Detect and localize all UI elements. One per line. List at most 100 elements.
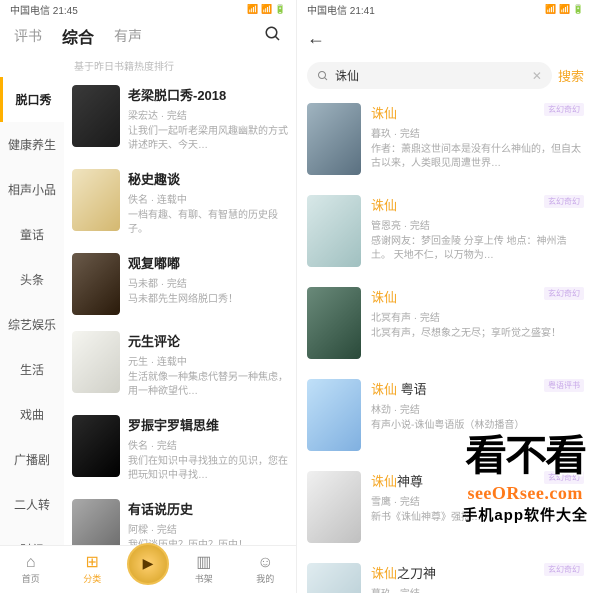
phone-right: 中国电信 21:41 📶 📶 🔋 ← 诛仙 ✕ 搜索 玄幻奇幻 诛仙 暮玖 · … [297,0,594,593]
book-desc: 一档有趣、有聊、有智慧的历史段子。 [128,209,288,237]
nav-label: 分类 [83,572,101,585]
result-desc: 有声小说-诛仙粤语版（林劲播音） [371,419,584,433]
result-desc: 北冥有声，尽想象之无尽；享听觉之盛宴！ [371,327,584,341]
search-button[interactable]: 搜索 [558,66,584,85]
nav-category[interactable]: ⊞ 分类 [62,555,124,585]
list-item[interactable]: 玄幻奇幻 诛仙 北冥有声 · 完结 北冥有声，尽想象之无尽；享听觉之盛宴！ [307,277,584,369]
tab-pingshu[interactable]: 评书 [14,26,42,46]
result-meta: 管恩亮 · 完结 [371,217,584,232]
play-icon: ▶ [143,555,154,572]
result-meta: 林劲 · 完结 [371,401,584,416]
nav-label: 我的 [256,572,274,585]
grid-icon: ⊞ [86,555,99,571]
book-list: 老梁脱口秀-2018 梁宏达 · 完结 让我们一起听老梁用风趣幽默的方式讲述昨天… [64,77,296,557]
book-title: 秘史趣谈 [128,169,288,188]
status-icons: 📶 📶 🔋 [247,4,286,15]
list-item[interactable]: 元生评论 元生 · 连载中 生活就像一种集虑代替另一种焦虑，用一种欲望代… [72,323,288,407]
sidebar-item-fairytale[interactable]: 童话 [0,212,64,257]
side-category-list: 脱口秀 健康养生 相声小品 童话 头条 综艺娱乐 生活 戏曲 广播剧 二人转 财… [0,77,64,557]
book-title: 老梁脱口秀-2018 [128,85,288,104]
nav-mine[interactable]: ☺ 我的 [235,555,297,585]
book-meta: 梁宏达 · 完结 [128,107,288,122]
list-item[interactable]: 粤语评书 诛仙 粤语 林劲 · 完结 有声小说-诛仙粤语版（林劲播音） [307,369,584,461]
result-desc: 感谢网友：梦回金陵 分享上传 地点：神州浩土。 天地不仁，以万物为… [371,235,584,263]
list-item[interactable]: 罗振宇罗辑思维 佚名 · 完结 我们在知识中寻找独立的见识，您在把玩知识中寻找… [72,407,288,491]
sidebar-item-variety[interactable]: 综艺娱乐 [0,302,64,347]
genre-tag: 玄幻奇幻 [544,471,584,484]
sidebar-item-opera[interactable]: 戏曲 [0,392,64,437]
book-meta: 佚名 · 完结 [128,437,288,452]
nav-label: 首页 [22,572,40,585]
result-desc: 新书《诛仙神尊》强推… [371,511,584,525]
status-bar-left: 中国电信 21:45 📶 📶 🔋 [0,0,296,18]
book-desc: 我们在知识中寻找独立的见识，您在把玩知识中寻找… [128,455,288,483]
nav-home[interactable]: ⌂ 首页 [0,555,62,585]
search-results: 玄幻奇幻 诛仙 暮玖 · 完结 作者：萧鼎这世间本是没有什么神仙的，但自太古以来… [297,93,594,593]
book-cover [307,563,361,593]
list-item[interactable]: 观复嘟嘟 马未都 · 完结 马未都先生网络脱口秀！ [72,245,288,323]
result-meta: 雪鹰 · 完结 [371,493,584,508]
result-desc: 作者：萧鼎这世间本是没有什么神仙的，但自太古以来，人类眼见周遭世界… [371,143,584,171]
book-title: 罗振宇罗辑思维 [128,415,288,434]
carrier-time: 中国电信 21:45 [10,2,78,17]
book-meta: 马未都 · 完结 [128,275,288,290]
genre-tag: 玄幻奇幻 [544,195,584,208]
genre-tag: 玄幻奇幻 [544,103,584,116]
tab-yousheng[interactable]: 有声 [114,26,142,46]
search-text: 诛仙 [335,67,526,84]
book-cover [72,415,120,477]
book-title: 有话说历史 [128,499,288,518]
book-meta: 佚名 · 连载中 [128,191,288,206]
book-meta: 阿樑 · 完结 [128,521,288,536]
book-desc: 生活就像一种集虑代替另一种焦虑，用一种欲望代… [128,371,288,399]
sort-note: 基于昨日书籍热度排行 [0,54,296,77]
sidebar-item-talkshow[interactable]: 脱口秀 [0,77,64,122]
home-icon: ⌂ [26,555,36,571]
book-title: 观复嘟嘟 [128,253,288,272]
bottom-nav: ⌂ 首页 ⊞ 分类 ▶ ▥ 书架 ☺ 我的 [0,545,296,593]
carrier-time: 中国电信 21:41 [307,2,375,17]
nav-shelf[interactable]: ▥ 书架 [173,555,235,585]
genre-tag: 粤语评书 [544,379,584,392]
top-tabs: 评书 综合 有声 [0,18,296,54]
book-title: 元生评论 [128,331,288,350]
nav-label: 书架 [195,572,213,585]
list-item[interactable]: 玄幻奇幻 诛仙神尊 雪鹰 · 完结 新书《诛仙神尊》强推… [307,461,584,553]
book-cover [307,195,361,267]
book-cover [72,169,120,231]
status-bar-right: 中国电信 21:41 📶 📶 🔋 [297,0,594,18]
smile-icon: ☺ [257,555,273,571]
search-icon[interactable] [264,25,282,48]
clear-icon[interactable]: ✕ [532,69,542,83]
sidebar-item-life[interactable]: 生活 [0,347,64,392]
book-cover [72,85,120,147]
list-item[interactable]: 玄幻奇幻 诛仙 暮玖 · 完结 作者：萧鼎这世间本是没有什么神仙的，但自太古以来… [307,93,584,185]
play-button[interactable]: ▶ [127,543,169,585]
sidebar-item-errenzhuan[interactable]: 二人转 [0,482,64,527]
book-meta: 元生 · 连载中 [128,353,288,368]
book-desc: 让我们一起听老梁用风趣幽默的方式讲述昨天、今天… [128,125,288,153]
search-icon [317,70,329,82]
book-cover [307,471,361,543]
search-input[interactable]: 诛仙 ✕ [307,62,552,89]
list-item[interactable]: 玄幻奇幻 诛仙之刀神 暮玖 · 完结 [307,553,584,593]
tab-zonghe[interactable]: 综合 [62,24,94,48]
list-item[interactable]: 老梁脱口秀-2018 梁宏达 · 完结 让我们一起听老梁用风趣幽默的方式讲述昨天… [72,77,288,161]
book-desc: 马未都先生网络脱口秀！ [128,293,288,307]
list-item[interactable]: 玄幻奇幻 诛仙 管恩亮 · 完结 感谢网友：梦回金陵 分享上传 地点：神州浩土。… [307,185,584,277]
book-cover [307,103,361,175]
sidebar-item-radiodrama[interactable]: 广播剧 [0,437,64,482]
result-meta: 北冥有声 · 完结 [371,309,584,324]
book-cover [307,287,361,359]
sidebar-item-health[interactable]: 健康养生 [0,122,64,167]
genre-tag: 玄幻奇幻 [544,287,584,300]
sidebar-item-headlines[interactable]: 头条 [0,257,64,302]
book-cover [72,331,120,393]
book-cover [72,253,120,315]
result-meta: 暮玖 · 完结 [371,125,584,140]
list-item[interactable]: 秘史趣谈 佚名 · 连载中 一档有趣、有聊、有智慧的历史段子。 [72,161,288,245]
back-icon[interactable]: ← [307,28,325,49]
search-header: ← [297,18,594,58]
sidebar-item-crosstalk[interactable]: 相声小品 [0,167,64,212]
phone-left: 中国电信 21:45 📶 📶 🔋 评书 综合 有声 基于昨日书籍热度排行 脱口秀… [0,0,297,593]
